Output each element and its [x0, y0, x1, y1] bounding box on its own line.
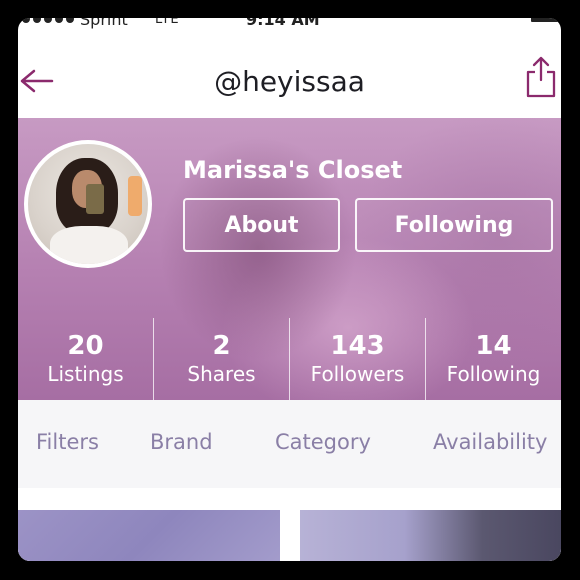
carrier-label: Sprint	[80, 18, 128, 29]
listings-grid	[18, 488, 561, 561]
network-type-label: LTE	[155, 18, 180, 27]
about-button[interactable]: About	[183, 198, 340, 252]
status-bar: Sprint LTE 9:14 AM	[18, 18, 561, 29]
stat-following[interactable]: 14 Following	[425, 318, 561, 400]
stat-label: Following	[446, 362, 541, 386]
stat-shares[interactable]: 2 Shares	[153, 318, 289, 400]
filter-filters[interactable]: Filters	[36, 430, 99, 454]
stat-value: 14	[475, 331, 512, 361]
profile-header: Marissa's Closet About Following 20 List…	[18, 118, 561, 400]
nav-bar: @heyissaa	[18, 40, 561, 119]
filter-category[interactable]: Category	[275, 430, 371, 454]
signal-strength-icon	[22, 18, 74, 23]
battery-icon	[531, 18, 559, 22]
avatar[interactable]	[24, 140, 152, 268]
listing-thumbnail[interactable]	[300, 510, 561, 561]
stat-label: Shares	[187, 362, 256, 386]
stat-label: Listings	[47, 362, 124, 386]
stat-value: 2	[212, 331, 231, 361]
profile-stats: 20 Listings 2 Shares 143 Followers 14 Fo…	[18, 318, 561, 400]
filter-brand[interactable]: Brand	[150, 430, 213, 454]
stat-label: Followers	[310, 362, 405, 386]
share-icon[interactable]	[525, 56, 557, 98]
closet-name: Marissa's Closet	[183, 156, 403, 184]
stat-value: 143	[330, 331, 385, 361]
stat-value: 20	[67, 331, 104, 361]
status-time: 9:14 AM	[246, 18, 320, 29]
stat-followers[interactable]: 143 Followers	[289, 318, 425, 400]
filter-availability[interactable]: Availability	[433, 430, 547, 454]
stat-listings[interactable]: 20 Listings	[18, 318, 153, 400]
profile-username-title: @heyissaa	[214, 65, 365, 98]
filter-bar: Filters Brand Category Availability	[18, 400, 561, 489]
following-button[interactable]: Following	[355, 198, 553, 252]
listing-thumbnail[interactable]	[18, 510, 280, 561]
app-frame: Sprint LTE 9:14 AM @heyissaa Marissa's C…	[18, 18, 561, 561]
avatar-photo	[28, 144, 148, 264]
